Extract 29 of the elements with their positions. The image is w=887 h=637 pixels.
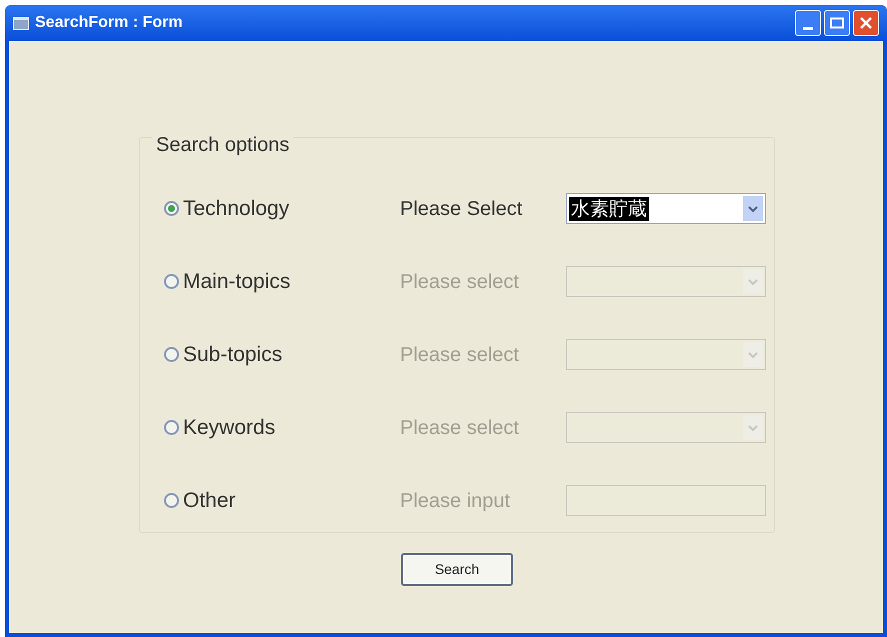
maximize-icon: [830, 17, 844, 29]
search-button[interactable]: Search: [401, 553, 513, 586]
maximize-button[interactable]: [824, 10, 850, 36]
minimize-icon: [803, 27, 813, 30]
window-title: SearchForm : Form: [35, 13, 183, 33]
radio-label: Sub-topics: [183, 342, 282, 368]
radio-label: Other: [183, 488, 236, 514]
field-prompt: Please input: [400, 488, 512, 514]
radio-label: Main-topics: [183, 268, 290, 295]
dropdown[interactable]: 水素貯蔵: [566, 193, 766, 224]
chevron-down-icon: [748, 424, 758, 432]
dropdown[interactable]: [566, 412, 766, 443]
radio-label: Keywords: [183, 414, 276, 441]
dropdown[interactable]: [566, 339, 766, 370]
field-prompt: Please select: [400, 270, 520, 294]
chevron-down-icon: [748, 204, 758, 212]
minimize-button[interactable]: [795, 10, 821, 36]
radio-button[interactable]: [164, 201, 179, 216]
field-prompt: Please select: [400, 416, 520, 440]
close-icon: [860, 17, 872, 29]
dropdown[interactable]: [566, 266, 766, 297]
radio-label: Technology: [183, 196, 290, 222]
field-prompt: Please Select: [400, 196, 524, 222]
chevron-down-icon: [748, 278, 758, 286]
field-prompt: Please select: [400, 342, 520, 368]
dropdown-value: 水素貯蔵: [569, 196, 649, 220]
chevron-down-icon: [748, 350, 758, 358]
app-icon: [13, 16, 29, 30]
close-button[interactable]: [853, 10, 879, 36]
